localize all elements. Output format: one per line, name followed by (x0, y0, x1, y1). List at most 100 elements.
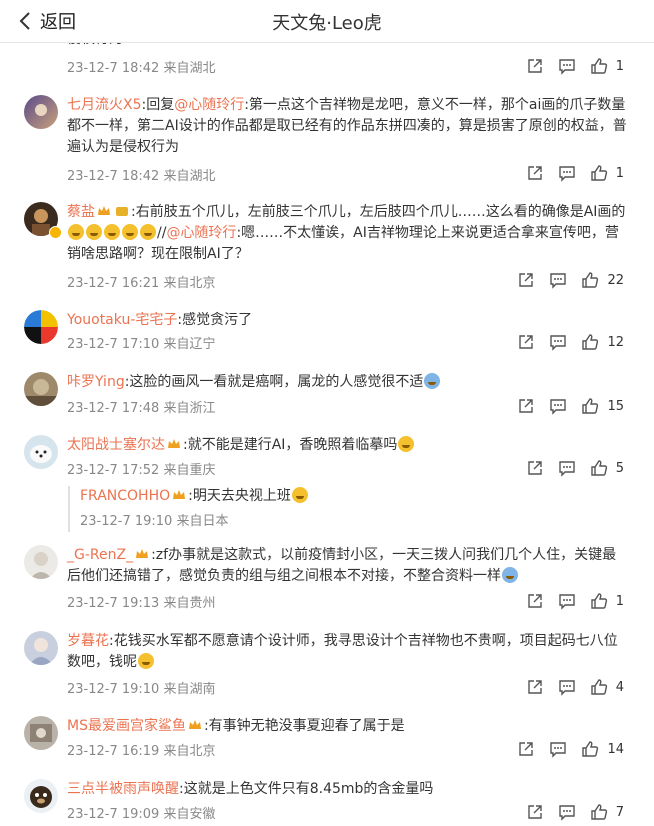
comment-button[interactable] (549, 740, 567, 758)
share-button[interactable] (526, 164, 544, 182)
like-icon (591, 593, 607, 609)
emoji-icon (424, 373, 441, 389)
comment-username[interactable]: MS最爱画宫家鲨鱼 (67, 718, 186, 734)
page-title: 天文兔·Leo虎 (272, 13, 382, 34)
reply-username[interactable]: FRANCOHHO (80, 488, 170, 504)
like-button[interactable] (590, 57, 608, 75)
comment-text: 三点半被雨声唤醒:这就是上色文件只有8.45mb的含金量吗 (67, 781, 434, 797)
comment-meta: 23-12-7 18:42 来自湖北 (67, 165, 216, 184)
comment-location: 来自北京 (163, 276, 216, 291)
avatar[interactable] (24, 779, 58, 813)
comment-button[interactable] (558, 57, 576, 75)
share-button[interactable] (517, 333, 535, 351)
comment-location: 来自北京 (163, 744, 216, 759)
comment-actions: 14 (503, 739, 624, 759)
avatar[interactable] (24, 372, 58, 406)
share-button[interactable] (526, 803, 544, 821)
comment-text: MS最爱画宫家鲨鱼:有事钟无艳没事夏迎春了属于是 (67, 718, 405, 734)
comment-button[interactable] (558, 678, 576, 696)
comment-time: 23-12-7 16:21 (67, 276, 160, 291)
like-icon (591, 804, 607, 820)
comment-username[interactable]: 岁暮花 (67, 633, 109, 649)
like-button[interactable] (581, 397, 599, 415)
comment-location: 来自安徽 (163, 807, 216, 822)
comment-text: Youotaku-宅宅子:感觉贪污了 (67, 312, 253, 328)
share-icon (519, 273, 534, 287)
comment-time: 23-12-7 17:52 (67, 463, 160, 478)
avatar[interactable] (24, 716, 58, 750)
avatar[interactable] (24, 435, 58, 469)
comment-username[interactable]: 蔡盐 (67, 204, 95, 220)
like-icon (591, 58, 607, 74)
comment-time: 23-12-7 17:10 (67, 337, 160, 352)
crown-icon (136, 549, 149, 558)
comment-button[interactable] (558, 592, 576, 610)
like-button[interactable] (590, 459, 608, 477)
emoji-icon (140, 224, 156, 240)
comment-icon (550, 273, 567, 289)
level-badge-icon (116, 207, 128, 216)
comment-location: 来自辽宁 (163, 337, 216, 352)
mention-link[interactable]: @心随玲行 (174, 97, 244, 113)
comment-time: 23-12-7 18:42 (67, 169, 160, 184)
comment-time: 23-12-7 16:19 (67, 744, 160, 759)
like-count: 14 (607, 741, 624, 757)
like-count: 1 (615, 165, 624, 181)
share-button[interactable] (526, 678, 544, 696)
avatar[interactable] (24, 545, 58, 579)
comment-text: 咔罗Ying:这脸的画风一看就是癌啊，属龙的人感觉很不适 (67, 372, 627, 393)
comment-actions: 5 (512, 458, 624, 478)
comment-icon (559, 805, 575, 821)
share-icon (528, 680, 542, 694)
comment-button[interactable] (549, 333, 567, 351)
comment-username[interactable]: Youotaku-宅宅子 (67, 312, 177, 328)
avatar[interactable] (24, 310, 58, 344)
share-button[interactable] (517, 271, 535, 289)
like-button[interactable] (590, 678, 608, 696)
comment-button[interactable] (549, 271, 567, 289)
mention-link[interactable]: @心随玲行 (166, 225, 236, 241)
comment-username[interactable]: 七月流火X5 (67, 97, 142, 113)
comment-username[interactable]: 三点半被雨声唤醒 (67, 781, 179, 797)
like-count: 5 (615, 460, 624, 476)
comment-icon (559, 461, 575, 477)
crown-icon (188, 720, 201, 729)
like-button[interactable] (590, 592, 608, 610)
reply-location: 来自日本 (176, 514, 229, 529)
comment-meta: 23-12-7 19:10 来自湖南 (67, 678, 216, 697)
share-button[interactable] (517, 397, 535, 415)
comment-time: 23-12-7 18:42 (67, 61, 160, 76)
like-button[interactable] (581, 333, 599, 351)
emoji-icon (122, 224, 138, 240)
comment-button[interactable] (558, 459, 576, 477)
like-button[interactable] (590, 803, 608, 821)
comment-location: 来自浙江 (163, 401, 216, 416)
comment-username[interactable]: 咔罗Ying (67, 374, 125, 390)
avatar[interactable] (24, 95, 58, 129)
comment-text: _G-RenZ_:zf办事就是这款式，以前疫情封小区，一天三拨人问我们几个人住，… (67, 547, 617, 584)
like-button[interactable] (581, 271, 599, 289)
comment-actions: 15 (503, 396, 624, 416)
emoji-icon (398, 436, 415, 452)
comment-icon (559, 59, 575, 75)
comment-button[interactable] (558, 803, 576, 821)
comment-time: 23-12-7 19:13 (67, 596, 160, 611)
share-button[interactable] (526, 592, 544, 610)
comment-actions: 1 (512, 56, 624, 76)
comment-username[interactable]: 太阳战士塞尔达 (67, 437, 165, 453)
emoji-icon (502, 567, 518, 583)
share-button[interactable] (526, 459, 544, 477)
comment-button[interactable] (549, 397, 567, 415)
avatar[interactable] (24, 631, 58, 665)
share-icon (528, 805, 542, 819)
comment-meta: 23-12-7 17:48 来自浙江 (67, 397, 216, 416)
share-button[interactable] (526, 57, 544, 75)
comment-list[interactable]: 侵权行为 23-12-7 18:42 来自湖北 1 七月流火X5:回复@心随玲行… (0, 0, 654, 826)
comment-username[interactable]: _G-RenZ_ (67, 547, 133, 563)
share-button[interactable] (517, 740, 535, 758)
comment-location: 来自贵州 (163, 596, 216, 611)
like-button[interactable] (581, 740, 599, 758)
like-button[interactable] (590, 164, 608, 182)
emoji-icon (86, 224, 102, 240)
comment-button[interactable] (558, 164, 576, 182)
